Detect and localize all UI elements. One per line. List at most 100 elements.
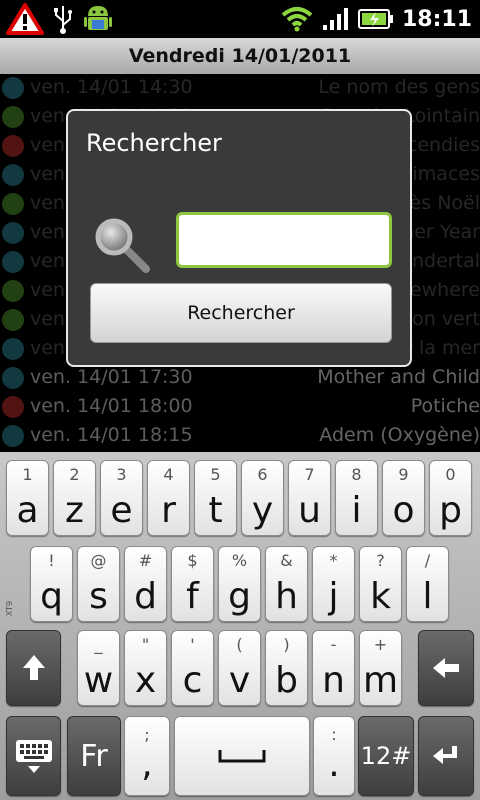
key-x[interactable]: " x (124, 630, 167, 706)
signal-icon (322, 8, 348, 30)
key-n[interactable]: -n (312, 630, 355, 706)
key-secondary: 2 (69, 465, 80, 484)
status-bar: 18:11 (0, 0, 480, 38)
key-primary: e (110, 490, 133, 531)
key-secondary: 5 (210, 465, 221, 484)
key-primary: w (83, 660, 114, 701)
backspace-arrow-icon (433, 658, 459, 678)
key-p[interactable]: 0p (429, 460, 472, 536)
key-f[interactable]: $ f (171, 546, 214, 622)
key-secondary: 8 (351, 465, 362, 484)
key-primary: u (298, 490, 321, 531)
battery-icon (357, 9, 393, 29)
key-c[interactable]: ' c (171, 630, 214, 706)
key-secondary: ) (283, 635, 290, 654)
key-q[interactable]: ! q (30, 546, 73, 622)
key-i[interactable]: 8i (335, 460, 378, 536)
key-a[interactable]: 1a (6, 460, 49, 536)
key-primary: y (251, 490, 274, 531)
key-primary: c (182, 660, 203, 701)
usb-icon (54, 6, 72, 34)
key-secondary: 0 (445, 465, 456, 484)
key-secondary: $ (187, 551, 198, 570)
key-m[interactable]: + m (359, 630, 402, 706)
period-key[interactable]: : . (313, 716, 355, 796)
notification-icons (6, 2, 114, 36)
android-debug-icon (84, 6, 112, 30)
key-secondary: ? (376, 551, 385, 570)
wifi-icon (281, 7, 313, 32)
keyboard-settings-key[interactable] (6, 716, 61, 796)
key-primary: n (322, 660, 345, 701)
key-j[interactable]: * j (312, 546, 355, 622)
comma-key-secondary: ; (144, 725, 150, 744)
shift-key[interactable] (6, 630, 61, 706)
key-secondary: @ (90, 551, 107, 570)
key-secondary: 6 (257, 465, 268, 484)
search-button-label: Rechercher (187, 302, 295, 324)
key-z[interactable]: 2z (53, 460, 96, 536)
comma-key[interactable]: ; , (124, 716, 170, 796)
search-input[interactable] (176, 212, 392, 268)
space-key[interactable] (174, 716, 310, 796)
key-h[interactable]: & h (265, 546, 308, 622)
key-secondary: / (424, 551, 431, 570)
key-primary: o (392, 490, 415, 531)
keyboard-hide-icon (15, 740, 52, 773)
key-secondary: 9 (398, 465, 409, 484)
key-d[interactable]: # d (124, 546, 167, 622)
key-secondary: 1 (22, 465, 33, 484)
key-secondary: % (231, 551, 248, 570)
key-secondary: ! (48, 551, 55, 570)
system-icons: 18:11 (280, 0, 472, 38)
key-secondary: * (329, 551, 338, 570)
key-primary: f (186, 576, 199, 617)
period-key-secondary: : (331, 725, 337, 744)
key-primary: m (362, 660, 399, 701)
symbols-key[interactable]: 12# (358, 716, 414, 796)
key-s[interactable]: @ s (77, 546, 120, 622)
key-primary: r (161, 490, 176, 531)
key-t[interactable]: 5t (194, 460, 237, 536)
key-secondary: " (141, 635, 150, 654)
key-primary: b (275, 660, 298, 701)
key-primary: j (328, 576, 339, 617)
key-secondary: - (330, 635, 337, 654)
key-l[interactable]: / l (406, 546, 449, 622)
key-y[interactable]: 6y (241, 460, 284, 536)
key-primary: q (40, 576, 63, 617)
search-button[interactable]: Rechercher (90, 283, 392, 343)
dialog-title: Rechercher (86, 129, 222, 157)
key-u[interactable]: 7u (288, 460, 331, 536)
symbols-label: 12# (360, 742, 412, 770)
key-secondary: & (280, 551, 293, 570)
key-g[interactable]: % g (218, 546, 261, 622)
key-v[interactable]: (v (218, 630, 261, 706)
space-bar-icon (218, 750, 266, 763)
key-o[interactable]: 9o (382, 460, 425, 536)
shift-arrow-icon (22, 655, 45, 680)
key-secondary: _ (94, 635, 103, 654)
language-key[interactable]: Fr (67, 716, 121, 796)
key-k[interactable]: ? k (359, 546, 402, 622)
key-primary: d (134, 576, 157, 617)
key-e[interactable]: 3e (100, 460, 143, 536)
key-primary: s (89, 576, 108, 617)
key-secondary: # (138, 551, 153, 570)
key-primary: x (134, 660, 157, 701)
xt9-label: XT9 (5, 600, 15, 617)
key-secondary: 7 (304, 465, 315, 484)
enter-arrow-icon (433, 746, 457, 764)
key-primary: t (208, 490, 223, 531)
page-title: Vendredi 14/01/2011 (128, 45, 352, 67)
key-b[interactable]: ) b (265, 630, 308, 706)
enter-key[interactable] (418, 716, 474, 796)
key-secondary: ' (190, 635, 195, 654)
key-r[interactable]: 4r (147, 460, 190, 536)
backspace-key[interactable] (418, 630, 474, 706)
key-w[interactable]: _ w (77, 630, 120, 706)
key-primary: v (228, 660, 251, 701)
key-primary: a (16, 490, 39, 531)
language-label: Fr (80, 738, 108, 774)
key-secondary: + (373, 635, 388, 654)
